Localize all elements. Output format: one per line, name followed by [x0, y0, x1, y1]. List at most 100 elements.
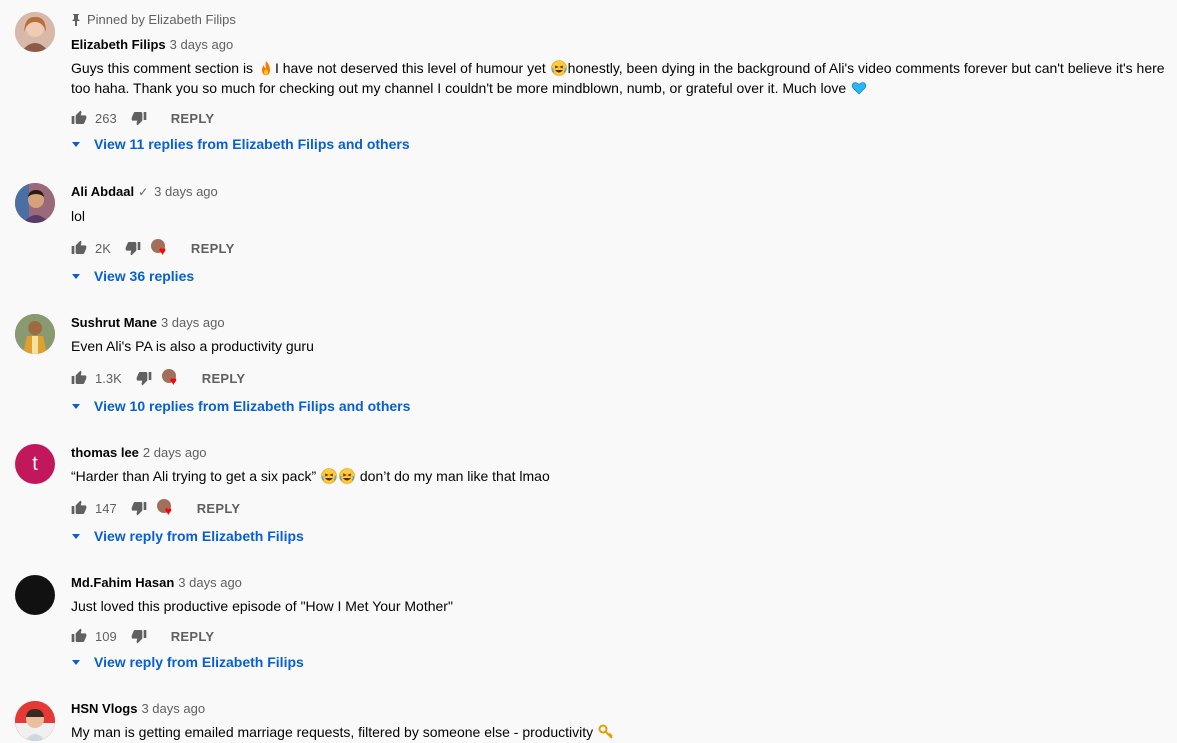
pinned-text: Pinned by Elizabeth Filips	[87, 12, 236, 27]
avatar[interactable]	[15, 701, 55, 741]
like-button[interactable]	[71, 240, 87, 256]
reply-button[interactable]: REPLY	[171, 629, 215, 644]
reply-button[interactable]: REPLY	[197, 501, 241, 516]
avatar[interactable]: t	[15, 444, 55, 484]
chevron-down-icon	[72, 533, 80, 539]
view-replies-button[interactable]: View 10 replies from Elizabeth Filips an…	[71, 398, 410, 414]
author-name[interactable]: Ali Abdaal	[71, 183, 134, 201]
author-name[interactable]: Md.Fahim Hasan	[71, 574, 174, 592]
thumbs-down-icon	[131, 502, 147, 516]
comment-time[interactable]: 3 days ago	[141, 700, 205, 718]
comment-text: “Harder than Ali trying to get a six pac…	[71, 466, 1166, 486]
like-button[interactable]	[71, 110, 87, 126]
heart-icon: ♥	[169, 374, 177, 388]
reply-button[interactable]: REPLY	[202, 371, 246, 386]
dislike-button[interactable]	[131, 110, 147, 126]
view-replies-button[interactable]: View reply from Elizabeth Filips	[71, 654, 304, 670]
comment-header: thomas lee 2 days ago	[71, 444, 207, 462]
reply-button[interactable]: REPLY	[171, 111, 215, 126]
like-count: 109	[95, 628, 117, 644]
reply-button[interactable]: REPLY	[191, 241, 235, 256]
comment-header: Ali Abdaal ✓ 3 days ago	[71, 183, 218, 201]
dislike-button[interactable]	[131, 628, 147, 644]
view-replies-button[interactable]: View 11 replies from Elizabeth Filips an…	[71, 136, 410, 152]
like-count: 1.3K	[95, 370, 122, 386]
avatar[interactable]	[15, 314, 55, 354]
comment-header: Md.Fahim Hasan 3 days ago	[71, 574, 242, 592]
avatar-letter: t	[32, 452, 38, 475]
view-replies-button[interactable]: View reply from Elizabeth Filips	[71, 528, 304, 544]
view-replies-label: View 10 replies from Elizabeth Filips an…	[94, 398, 411, 414]
chevron-down-icon	[72, 273, 80, 279]
avatar-image	[15, 12, 55, 52]
dislike-button[interactable]	[125, 240, 141, 256]
laughing-emoji	[321, 468, 337, 484]
thumbs-down-icon	[136, 372, 152, 386]
action-toolbar: 109 REPLY	[71, 626, 214, 646]
avatar-image	[15, 183, 55, 223]
comment-time[interactable]: 2 days ago	[143, 444, 207, 462]
text-part: “Harder than Ali trying to get a six pac…	[71, 468, 320, 484]
avatar[interactable]	[15, 575, 55, 615]
creator-heart-badge: ♥	[156, 499, 177, 518]
author-name[interactable]: HSN Vlogs	[71, 700, 137, 718]
action-toolbar: 147 ♥ REPLY	[71, 498, 240, 518]
author-name[interactable]: Elizabeth Filips	[71, 36, 166, 54]
pinned-label: Pinned by Elizabeth Filips	[71, 12, 236, 27]
comment-header: Sushrut Mane 3 days ago	[71, 314, 225, 332]
key-emoji	[598, 724, 613, 739]
comment-time[interactable]: 3 days ago	[161, 314, 225, 332]
avatar-image	[15, 701, 55, 741]
blue-heart-emoji	[851, 82, 867, 95]
creator-heart-badge: ♥	[150, 239, 171, 258]
avatar[interactable]	[15, 12, 55, 52]
text-part: My man is getting emailed marriage reque…	[71, 724, 598, 740]
like-button[interactable]	[71, 500, 87, 516]
thumbs-up-icon	[71, 240, 87, 254]
comment-time[interactable]: 3 days ago	[178, 574, 242, 592]
action-toolbar: 2K ♥ REPLY	[71, 238, 235, 258]
dislike-button[interactable]	[131, 500, 147, 516]
action-toolbar: 263 REPLY	[71, 108, 214, 128]
view-replies-label: View reply from Elizabeth Filips	[94, 528, 304, 544]
laughing-emoji	[339, 468, 355, 484]
text-part: Guys this comment section is	[71, 60, 257, 76]
view-replies-label: View 36 replies	[94, 268, 195, 284]
view-replies-button[interactable]: View 36 replies	[71, 268, 194, 284]
action-toolbar: 1.3K ♥ REPLY	[71, 368, 245, 388]
comment-text: Even Ali's PA is also a productivity gur…	[71, 338, 314, 354]
like-count: 263	[95, 110, 117, 126]
comment-time[interactable]: 3 days ago	[154, 183, 218, 201]
thumbs-up-icon	[71, 370, 87, 384]
avatar[interactable]	[15, 183, 55, 223]
comment-header: HSN Vlogs 3 days ago	[71, 700, 205, 718]
view-replies-label: View 11 replies from Elizabeth Filips an…	[94, 136, 410, 152]
view-replies-label: View reply from Elizabeth Filips	[94, 654, 304, 670]
like-count: 2K	[95, 240, 111, 256]
pin-icon	[72, 13, 80, 26]
author-name[interactable]: thomas lee	[71, 444, 139, 462]
verified-check-icon: ✓	[138, 185, 149, 199]
heart-icon: ♥	[164, 504, 172, 518]
like-count: 147	[95, 500, 117, 516]
thumbs-up-icon	[71, 110, 87, 124]
thumbs-up-icon	[71, 500, 87, 514]
like-button[interactable]	[71, 370, 87, 386]
comment-text: Just loved this productive episode of "H…	[71, 598, 453, 614]
comment-text: My man is getting emailed marriage reque…	[71, 722, 1166, 742]
thumbs-up-icon	[71, 628, 87, 642]
comment-text: lol	[71, 208, 86, 224]
chevron-down-icon	[72, 403, 80, 409]
heart-icon: ♥	[158, 244, 167, 258]
text-part: I have not deserved this level of humour…	[274, 60, 550, 76]
comment-header: Elizabeth Filips 3 days ago	[71, 36, 233, 54]
thumbs-down-icon	[125, 242, 141, 256]
comment-time[interactable]: 3 days ago	[170, 36, 234, 54]
avatar-image	[15, 314, 55, 354]
chevron-down-icon	[72, 659, 80, 665]
creator-heart-badge: ♥	[161, 369, 182, 388]
like-button[interactable]	[71, 628, 87, 644]
dislike-button[interactable]	[136, 370, 152, 386]
thumbs-down-icon	[131, 630, 147, 644]
author-name[interactable]: Sushrut Mane	[71, 314, 157, 332]
